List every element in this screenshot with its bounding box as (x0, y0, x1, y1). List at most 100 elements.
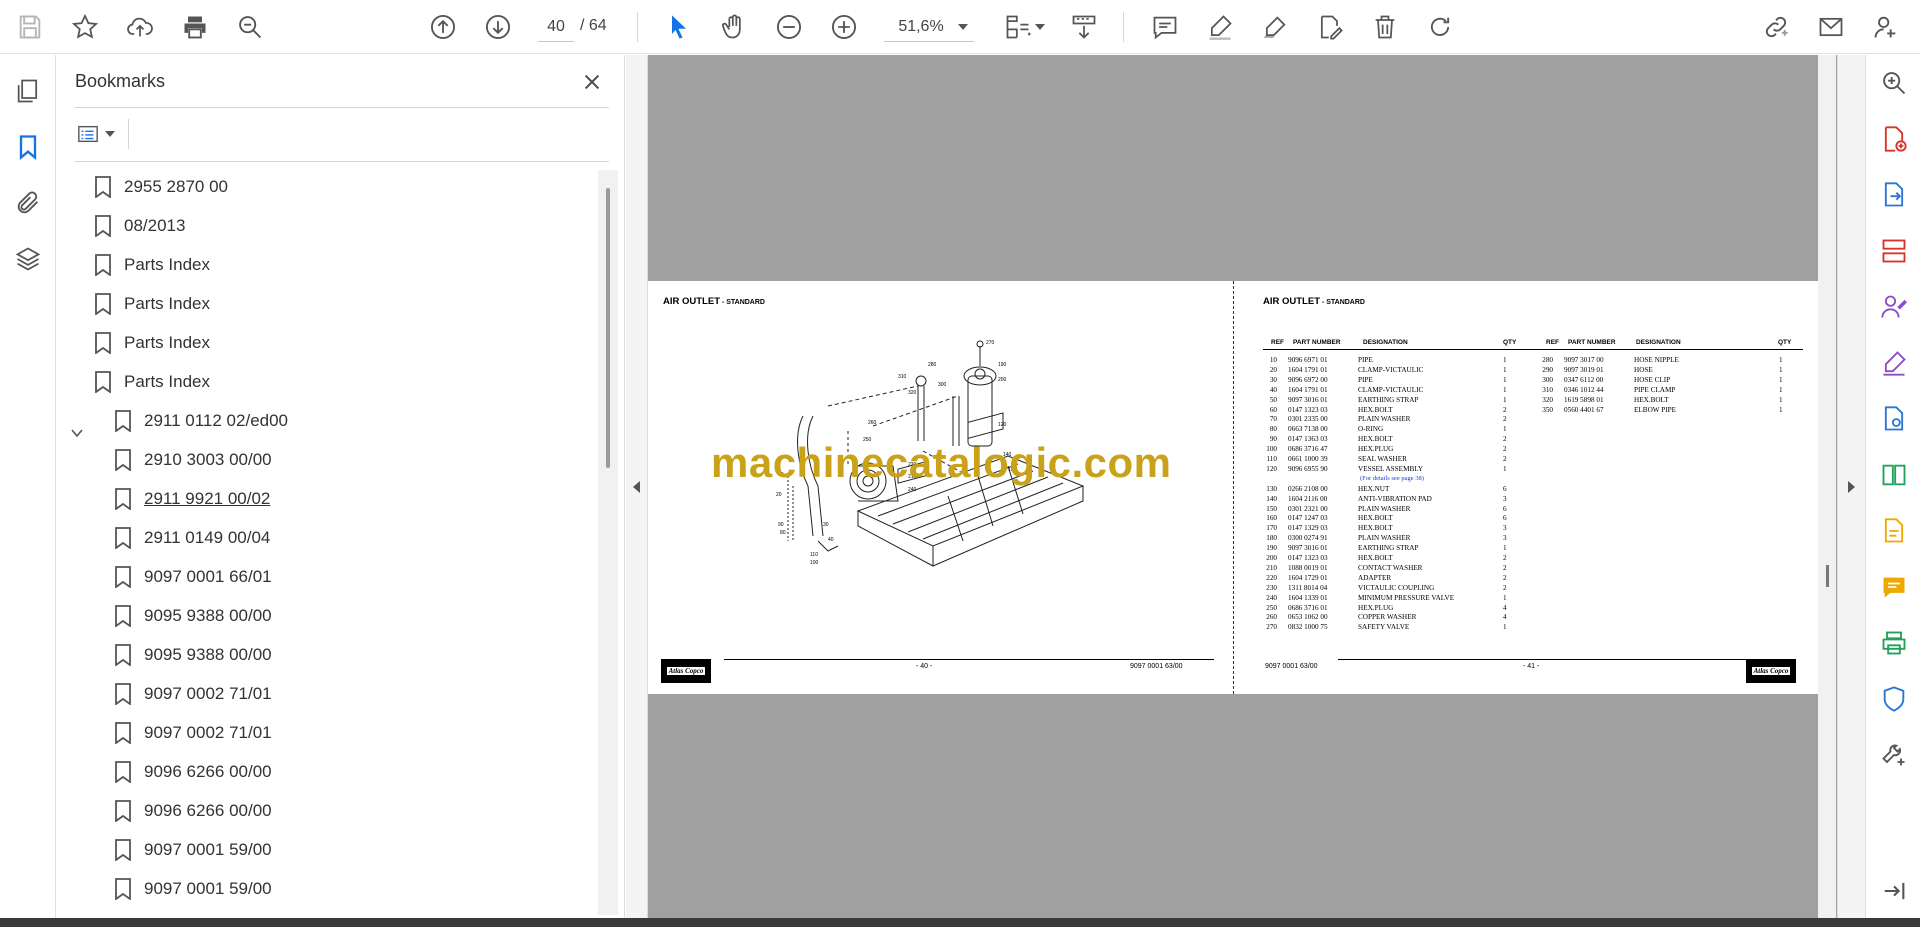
document-scroll-thumb[interactable] (1826, 565, 1829, 587)
page-thumbnails-icon[interactable] (8, 71, 48, 111)
bookmark-item[interactable]: 2911 9921 00/02 (114, 481, 270, 517)
zoom-out-search-icon[interactable] (232, 10, 268, 44)
comment-icon[interactable] (1147, 10, 1183, 44)
account-icon[interactable] (1868, 10, 1904, 44)
right-page-title: AIR OUTLET - STANDARD (1263, 296, 1365, 307)
close-icon[interactable] (577, 67, 607, 97)
organize-pages-icon[interactable] (1878, 235, 1910, 267)
bookmark-item[interactable]: 9097 0001 66/01 (114, 559, 272, 595)
cell-qty: 1 (1503, 356, 1507, 364)
bookmark-item[interactable]: Parts Index (94, 325, 210, 361)
compare-files-icon[interactable] (1878, 459, 1910, 491)
more-tools-icon[interactable] (1878, 739, 1910, 771)
send-for-review-icon[interactable] (1878, 515, 1910, 547)
zoom-search-icon[interactable] (1878, 67, 1910, 99)
print-production-icon[interactable] (1878, 627, 1910, 659)
cell-ref: 350 (1542, 405, 1553, 414)
cell-qty: 1 (1503, 365, 1507, 374)
layers-icon[interactable] (8, 239, 48, 279)
request-signatures-icon[interactable] (1878, 291, 1910, 323)
trash-icon[interactable] (1367, 10, 1403, 44)
bookmark-icon (95, 371, 111, 393)
star-icon[interactable] (67, 10, 103, 44)
bookmark-item[interactable]: 9097 0001 59/00 (114, 832, 272, 868)
bookmark-item[interactable]: 2911 0112 02/ed00 (114, 403, 288, 439)
comment-tool-icon[interactable] (1878, 571, 1910, 603)
bookmark-item[interactable]: 9095 9388 00/00 (114, 637, 272, 673)
cell-part-number: 1604 1339 01 (1288, 593, 1328, 602)
cell-designation: HEX.BOLT (1358, 405, 1393, 414)
table-header-rule (1263, 349, 1803, 350)
cell-part-number: 0147 1323 03 (1288, 405, 1328, 414)
bookmark-icon (95, 332, 111, 354)
bookmark-item[interactable]: 9095 9388 00/00 (114, 598, 272, 634)
scroll-mode-icon[interactable] (1066, 10, 1102, 44)
fill-sign-icon[interactable] (1878, 347, 1910, 379)
cell-part-number: 0686 3716 01 (1288, 603, 1328, 612)
svg-text:80: 80 (780, 530, 786, 536)
arrow-up-icon[interactable] (425, 10, 461, 44)
sign-icon[interactable] (1257, 10, 1293, 44)
share-link-icon[interactable] (1758, 10, 1794, 44)
cell-qty: 1 (1779, 405, 1783, 414)
bookmark-item[interactable]: 08/2013 (94, 208, 185, 244)
col-designation: DESIGNATION (1363, 339, 1408, 346)
collapse-left-panel-button[interactable] (626, 55, 648, 918)
bookmark-label: 9097 0002 71/01 (144, 723, 272, 742)
bookmark-item[interactable]: 9097 0002 71/01 (114, 715, 272, 751)
save-icon[interactable] (12, 10, 48, 44)
bookmark-item[interactable]: 2910 3003 00/00 (114, 442, 272, 478)
mail-icon[interactable] (1813, 10, 1849, 44)
fit-page-icon[interactable] (1000, 10, 1036, 44)
bookmark-item[interactable]: 2911 0149 00/04 (114, 520, 270, 556)
bookmark-icon (115, 410, 131, 432)
collapse-tools-icon[interactable] (1878, 875, 1910, 907)
svg-text:40: 40 (828, 537, 834, 543)
bookmark-label: Parts Index (124, 294, 210, 313)
arrow-down-icon[interactable] (480, 10, 516, 44)
highlight-icon[interactable] (1202, 10, 1238, 44)
pdf-spread: AIR OUTLET - STANDARD 270 190 200 310 32… (648, 281, 1818, 694)
zoom-select[interactable]: 51,6% (884, 12, 974, 42)
cell-ref: 130 (1266, 484, 1277, 493)
attachment-icon[interactable] (8, 183, 48, 223)
print-icon[interactable] (177, 10, 213, 44)
bookmark-panel-icon[interactable] (8, 127, 48, 167)
chevron-down-icon (1035, 24, 1045, 30)
parts-note-link[interactable]: (For details see page 38) (1360, 475, 1424, 482)
bookmark-item[interactable]: 9096 6266 00/00 (114, 793, 272, 829)
fit-page-dropdown[interactable] (1032, 10, 1048, 44)
rotate-icon[interactable] (1422, 10, 1458, 44)
bookmark-item[interactable]: Parts Index (94, 286, 210, 322)
cell-ref: 80 (1269, 425, 1277, 434)
chevron-down-icon[interactable] (69, 425, 85, 441)
logo-text: Atlas Copco (1751, 667, 1791, 675)
page-number-input[interactable] (538, 12, 574, 42)
protect-icon[interactable] (1878, 683, 1910, 715)
bookmark-item[interactable]: Parts Index (94, 364, 210, 400)
edit-pdf-icon[interactable] (1878, 403, 1910, 435)
svg-text:20: 20 (776, 492, 782, 498)
bookmark-item[interactable]: 2955 2870 00 (94, 169, 228, 205)
bookmarks-scroll-thumb[interactable] (606, 188, 610, 468)
plus-circle-icon[interactable] (826, 10, 862, 44)
upload-icon[interactable] (122, 10, 158, 44)
minus-circle-icon[interactable] (771, 10, 807, 44)
bookmark-item[interactable]: 9097 0002 71/01 (114, 676, 272, 712)
cell-qty: 1 (1503, 385, 1507, 394)
cell-designation: HEX.BOLT (1358, 514, 1393, 523)
pointer-icon[interactable] (661, 10, 697, 44)
bookmark-item[interactable]: 9096 6266 00/00 (114, 754, 272, 790)
hand-icon[interactable] (716, 10, 752, 44)
collapse-right-panel-button[interactable] (1837, 55, 1865, 918)
edit-text-icon[interactable] (1312, 10, 1348, 44)
document-scrollbar[interactable] (1818, 55, 1836, 918)
cell-designation: VICTAULIC COUPLING (1358, 583, 1435, 592)
bookmark-item[interactable]: Parts Index (94, 247, 210, 283)
export-pdf-icon[interactable] (1878, 179, 1910, 211)
bookmark-options-button[interactable] (75, 119, 123, 149)
bookmark-item[interactable]: 9097 0001 59/00 (114, 871, 272, 907)
cell-part-number: 0832 1000 75 (1288, 623, 1328, 632)
create-pdf-icon[interactable] (1878, 123, 1910, 155)
cell-ref: 120 (1266, 464, 1277, 473)
